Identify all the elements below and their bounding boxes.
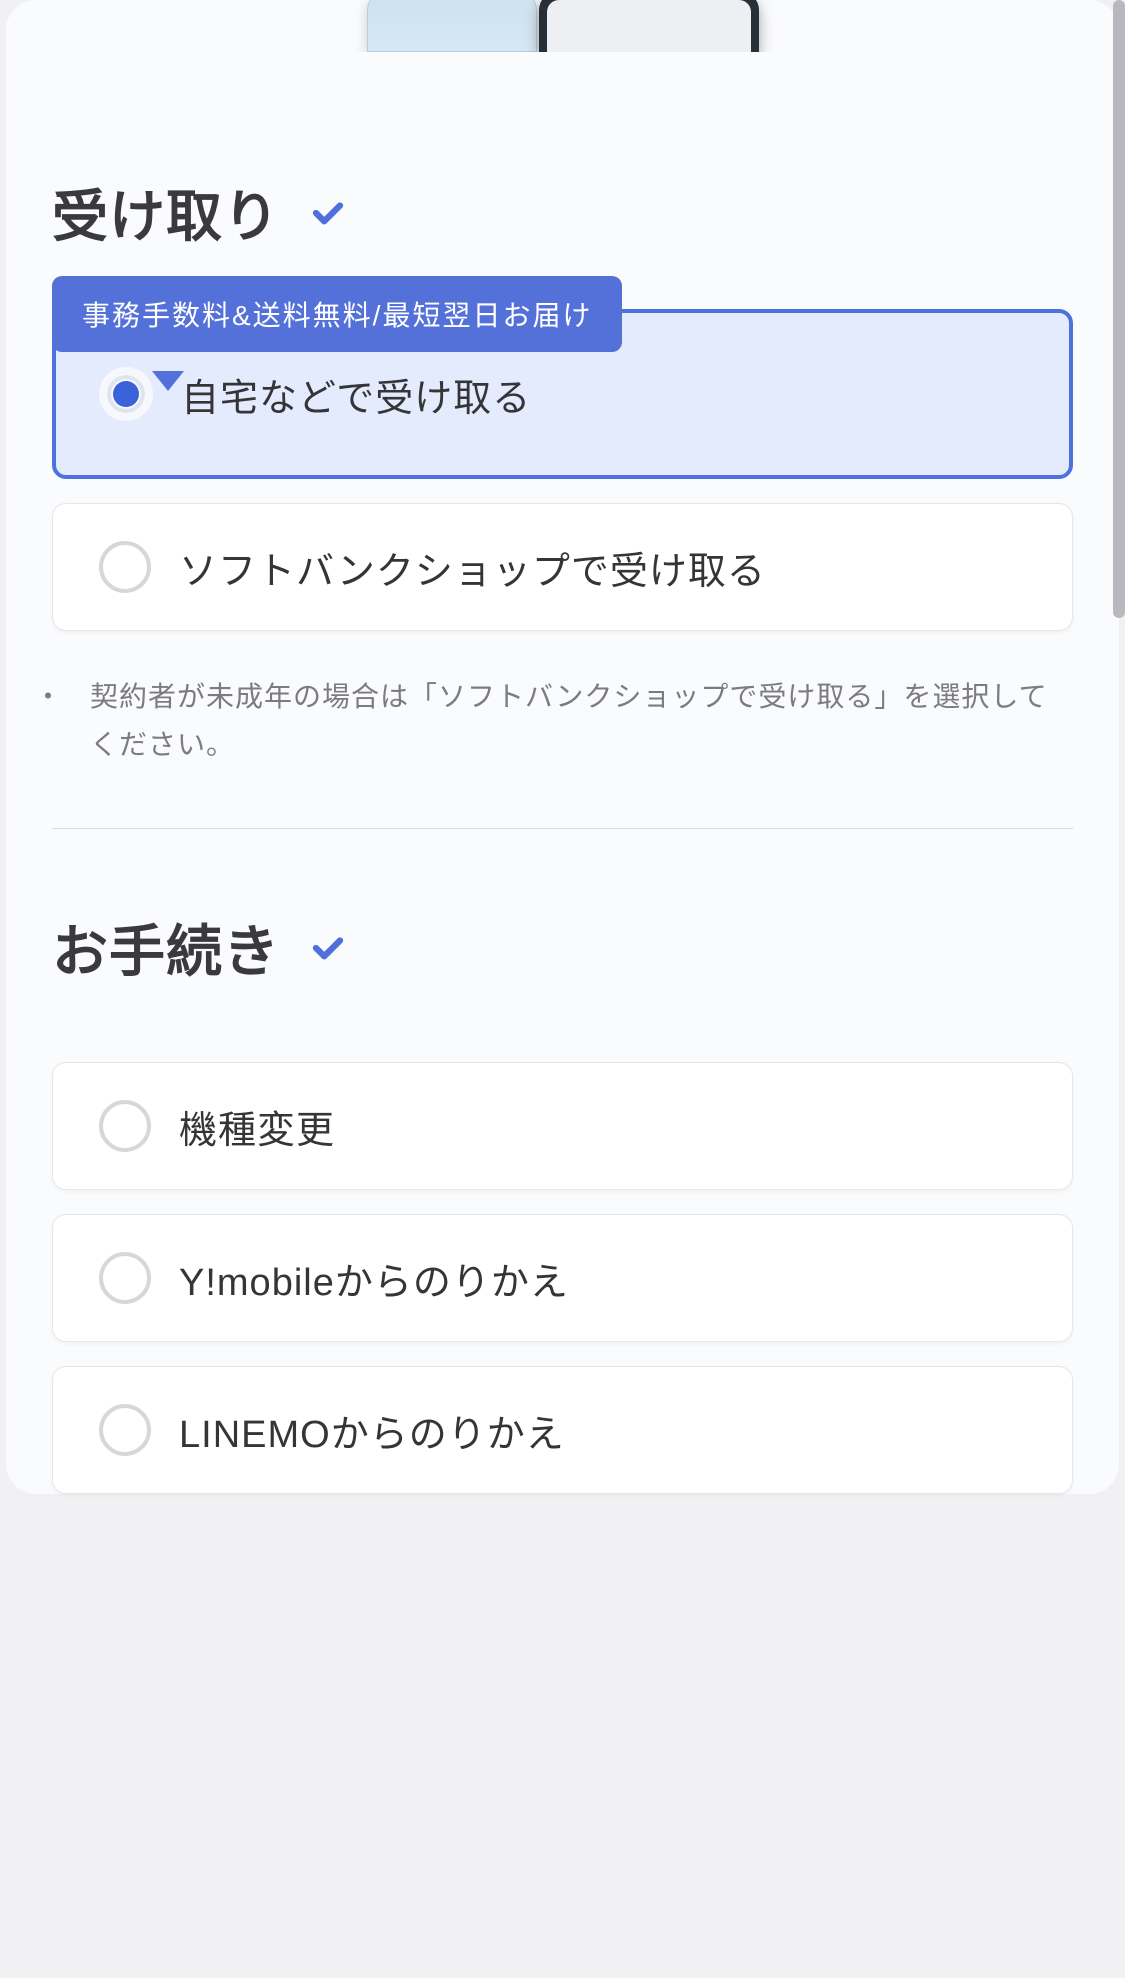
phone-back-mock [367, 0, 537, 52]
receive-option-shop-label: ソフトバンクショップで受け取る [179, 540, 766, 595]
procedure-option-change-label: 機種変更 [179, 1099, 335, 1154]
radio-icon [99, 367, 153, 421]
page-scroll[interactable]: 受け取り 事務手数料&送料無料/最短翌日お届け 自宅などで受け取る [0, 0, 1125, 1978]
procedure-title: お手続き [52, 907, 280, 988]
receive-options: 事務手数料&送料無料/最短翌日お届け 自宅などで受け取る ソフトバンクショップで… [52, 309, 1073, 631]
receive-section: 受け取り 事務手数料&送料無料/最短翌日お届け 自宅などで受け取る [6, 172, 1119, 829]
procedure-option-linemo-label: LINEMOからのりかえ [179, 1403, 565, 1458]
main-card: 受け取り 事務手数料&送料無料/最短翌日お届け 自宅などで受け取る [6, 0, 1119, 1494]
phone-front-mock [539, 0, 759, 52]
check-icon [310, 930, 346, 966]
procedure-title-row: お手続き [52, 907, 1073, 988]
receive-note: ・契約者が未成年の場合は「ソフトバンクショップで受け取る」を選択してください。 [80, 655, 1073, 768]
promo-badge: 事務手数料&送料無料/最短翌日お届け [52, 276, 622, 352]
radio-icon [99, 1404, 151, 1456]
procedure-option-ymobile[interactable]: Y!mobileからのりかえ [52, 1214, 1073, 1342]
procedure-section: お手続き 機種変更 Y!mobileからのりかえ [6, 907, 1119, 1494]
promo-badge-tail [152, 371, 184, 391]
phone-mockup [367, 0, 759, 52]
radio-icon [99, 541, 151, 593]
receive-option-home-label: 自宅などで受け取る [181, 367, 531, 422]
radio-icon [99, 1252, 151, 1304]
note-bullet: ・ [62, 673, 90, 721]
receive-title-row: 受け取り [52, 172, 1073, 253]
receive-option-home-wrapper: 事務手数料&送料無料/最短翌日お届け 自宅などで受け取る [52, 309, 1073, 479]
procedure-options: 機種変更 Y!mobileからのりかえ LINEMOからのりかえ [52, 1062, 1073, 1494]
section-divider [52, 828, 1073, 829]
procedure-option-linemo[interactable]: LINEMOからのりかえ [52, 1366, 1073, 1494]
procedure-option-ymobile-label: Y!mobileからのりかえ [179, 1251, 569, 1306]
receive-title: 受け取り [52, 172, 280, 253]
procedure-option-change[interactable]: 機種変更 [52, 1062, 1073, 1190]
radio-dot-icon [113, 381, 139, 407]
product-image-area [6, 0, 1119, 52]
check-icon [310, 195, 346, 231]
note-text: 契約者が未成年の場合は「ソフトバンクショップで受け取る」を選択してください。 [90, 681, 1048, 760]
receive-option-shop[interactable]: ソフトバンクショップで受け取る [52, 503, 1073, 631]
radio-icon [99, 1100, 151, 1152]
scrollbar-thumb[interactable] [1113, 0, 1125, 618]
